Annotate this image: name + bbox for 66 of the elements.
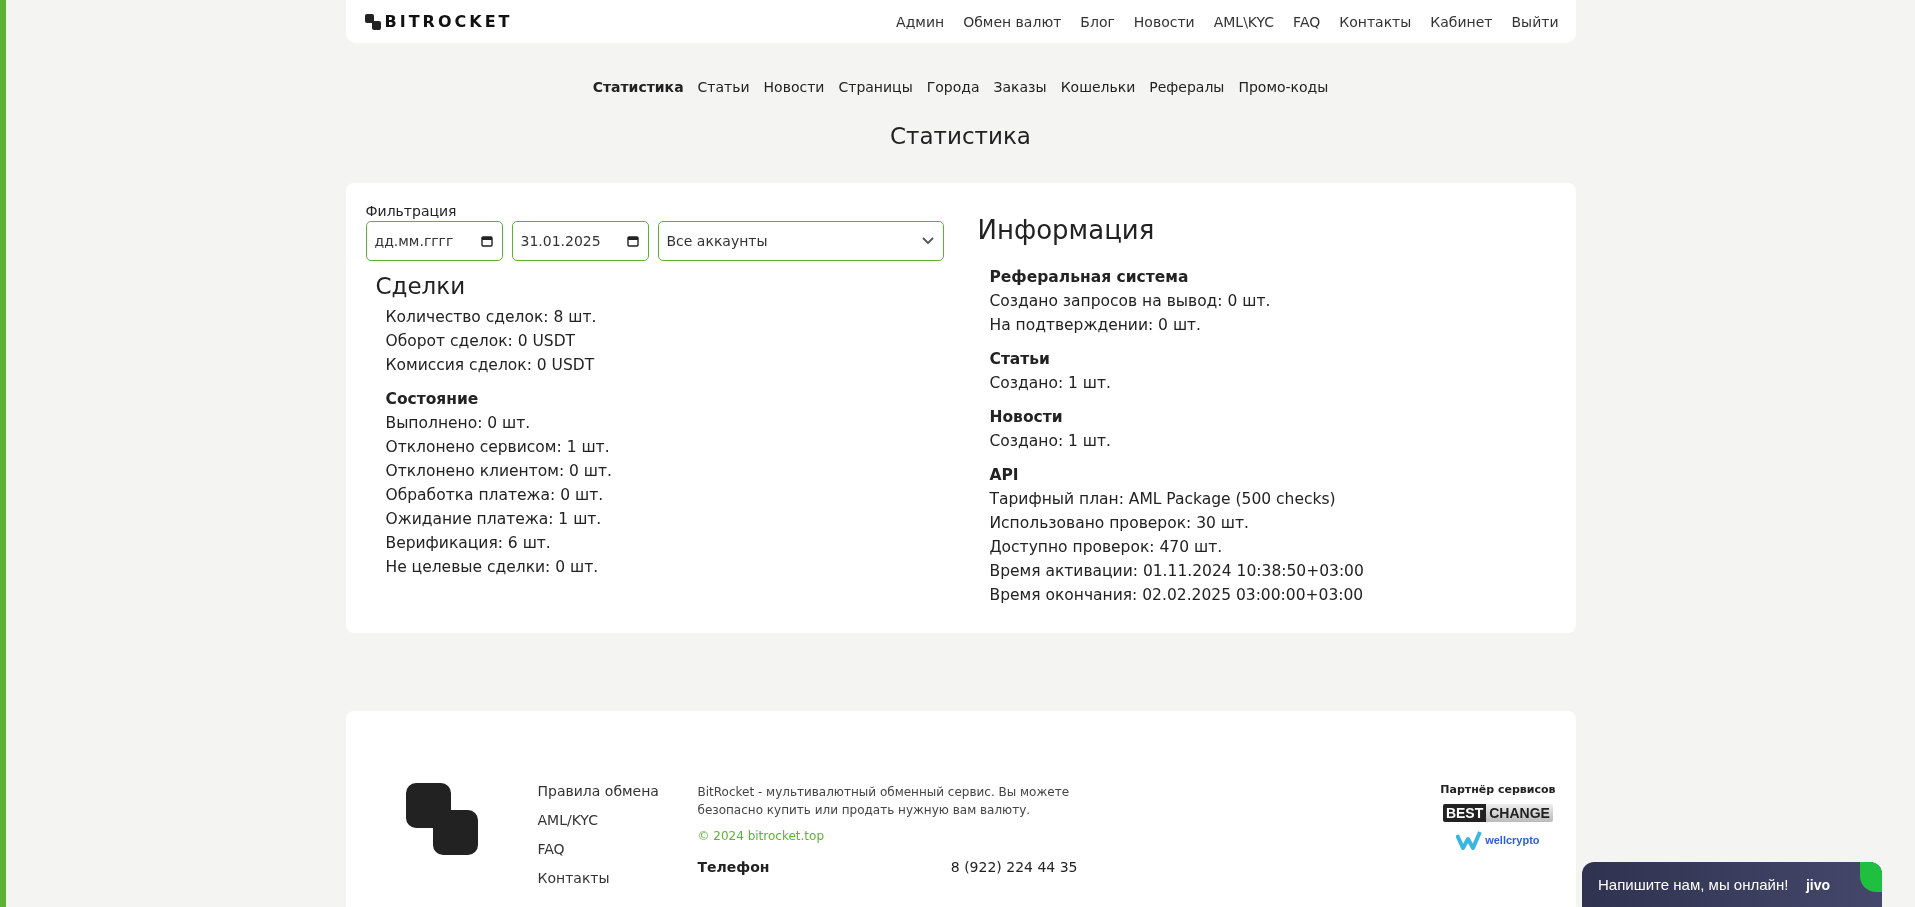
stat-line: Ожидание платежа: 1 шт. [385,509,603,530]
date-to-field[interactable]: 31.01.2025 [511,221,649,261]
nav-link[interactable]: Админ [896,13,945,30]
admin-tab[interactable]: Статистика [592,79,684,95]
filter-label: Фильтрация [365,203,458,219]
stat-line: Отклонено сервисом: 1 шт. [385,437,611,458]
admin-tab[interactable]: Статьи [697,79,750,95]
copyright: © 2024 bitrocket.top [697,829,826,843]
phone-number: 8 (922) 224 44 35 [950,859,1078,875]
account-select[interactable]: Все аккаунты [657,221,944,261]
section-title: Статьи [989,349,1051,370]
nav-link[interactable]: FAQ [1293,13,1321,30]
stat-line: Создано: 1 шт. [989,373,1112,394]
stat-line: Создано запросов на вывод: 0 шт. [989,291,1272,312]
stat-line: Тарифный план: AML Package (500 checks) [989,489,1337,510]
stat-line: Обработка платежа: 0 шт. [385,485,605,506]
section-heading: Информация [977,215,1156,245]
partner-logo[interactable]: wellcrypto [1456,830,1540,850]
stat-line: Верификация: 6 шт. [385,533,552,554]
nav-link[interactable]: Контакты [1339,13,1412,30]
admin-tab[interactable]: Новости [763,79,825,95]
nav-link[interactable]: Новости [1133,13,1195,30]
partners-title: Партнёр сервисов [1440,783,1556,796]
stat-line: Не целевые сделки: 0 шт. [385,557,600,578]
stat-line: Создано: 1 шт. [989,431,1112,452]
admin-tab[interactable]: Кошельки [1060,79,1136,95]
date-from-field[interactable]: дд.мм.гггг [365,221,503,261]
logo-icon [405,783,478,855]
section-title: API [989,465,1020,486]
section-title: Реферальная система [989,267,1190,288]
section-title: Новости [989,407,1064,428]
stat-line: Время окончания: 02.02.2025 03:00:00+03:00 [989,585,1365,606]
stat-line: Количество сделок: 8 шт. [385,307,598,328]
section-heading: Сделки [375,273,467,299]
calendar-icon[interactable] [626,235,639,247]
section-title: Состояние [385,389,480,410]
page-title: Статистика [890,123,1031,149]
stat-line: Время активации: 01.11.2024 10:38:50+03:00 [989,561,1365,582]
stat-line: Комиссия сделок: 0 USDT [385,355,596,376]
stat-line: Выполнено: 0 шт. [385,413,532,434]
calendar-icon[interactable] [480,235,493,247]
nav-link[interactable]: Выйти [1511,13,1559,30]
about-text: BitRocket - мультивалютный обменный сервис. Вы можете безопасно купить или продать нужную вам валюту. [697,784,1071,819]
admin-tab[interactable]: Рефералы [1149,79,1225,95]
chat-widget[interactable]: Напишите нам, мы онлайн! jivo [1582,862,1882,907]
stat-line: Оборот сделок: 0 USDT [385,331,577,352]
footer-link[interactable]: Правила обмена [537,783,698,799]
logo-text[interactable]: BITROCKET [384,12,513,31]
nav-link[interactable]: Обмен валют [963,13,1062,30]
nav-link[interactable]: Кабинет [1430,13,1493,30]
admin-tab[interactable]: Заказы [993,79,1047,95]
footer-link[interactable]: AML/KYC [537,812,698,828]
admin-tab[interactable]: Города [926,79,980,95]
admin-tab[interactable]: Промо-коды [1238,79,1329,95]
nav-link[interactable]: Блог [1080,13,1115,30]
footer-link[interactable]: FAQ [537,841,698,857]
phone-label: Телефон [697,859,770,875]
stat-line: Использовано проверок: 30 шт. [989,513,1250,534]
chevron-down-icon [921,237,934,245]
stat-line: На подтверждении: 0 шт. [989,315,1203,336]
stat-line: Отклонено клиентом: 0 шт. [385,461,613,482]
footer-link[interactable]: Контакты [537,870,698,886]
stat-line: Доступно проверок: 470 шт. [989,537,1224,558]
logo-icon [364,13,381,30]
admin-tab[interactable]: Страницы [838,79,913,95]
nav-link[interactable]: AML\KYC [1213,13,1275,30]
